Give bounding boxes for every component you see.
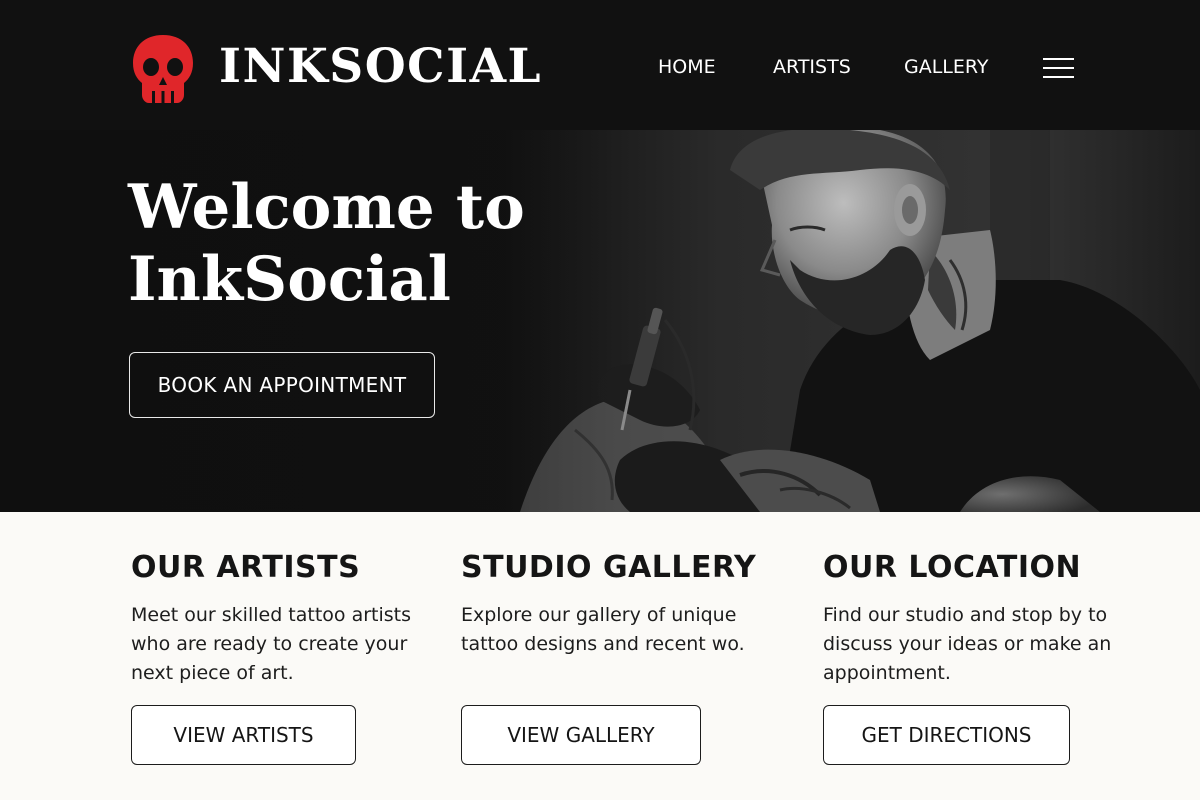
nav-gallery-link[interactable]: GALLERY [904,55,989,79]
hamburger-menu-icon[interactable] [1043,58,1074,78]
get-directions-button[interactable]: GET DIRECTIONS [823,705,1070,765]
feature-description: Explore our gallery of unique tattoo des… [461,604,745,655]
view-artists-button[interactable]: VIEW ARTISTS [131,705,356,765]
book-appointment-button[interactable]: BOOK AN APPOINTMENT [129,352,435,418]
nav-artists-link[interactable]: ARTISTS [773,55,851,79]
menu-bar [1043,58,1074,60]
view-gallery-button[interactable]: VIEW GALLERY [461,705,701,765]
hero-title: Welcome to InkSocial [128,172,525,316]
nav-home-link[interactable]: HOME [658,55,716,79]
feature-title: STUDIO GALLERY [461,550,757,585]
feature-title: OUR LOCATION [823,550,1082,585]
feature-location: OUR LOCATION Find our studio and stop by… [823,548,1123,765]
feature-description: Find our studio and stop by to discuss y… [823,604,1112,684]
menu-bar [1043,67,1074,69]
hero-title-line-2: InkSocial [128,244,451,315]
hero-section: Welcome to InkSocial BOOK AN APPOINTMENT [0,130,1200,512]
feature-artists: OUR ARTISTS Meet our skilled tattoo arti… [131,548,431,765]
site-header: INKSOCIAL HOME ARTISTS GALLERY [0,0,1200,130]
menu-bar [1043,76,1074,78]
brand-name[interactable]: INKSOCIAL [219,38,542,96]
skull-icon[interactable] [130,33,196,105]
feature-description: Meet our skilled tattoo artists who are … [131,604,412,684]
feature-gallery: STUDIO GALLERY Explore our gallery of un… [461,548,761,765]
hero-title-line-1: Welcome to [128,172,525,243]
feature-title: OUR ARTISTS [131,550,361,585]
